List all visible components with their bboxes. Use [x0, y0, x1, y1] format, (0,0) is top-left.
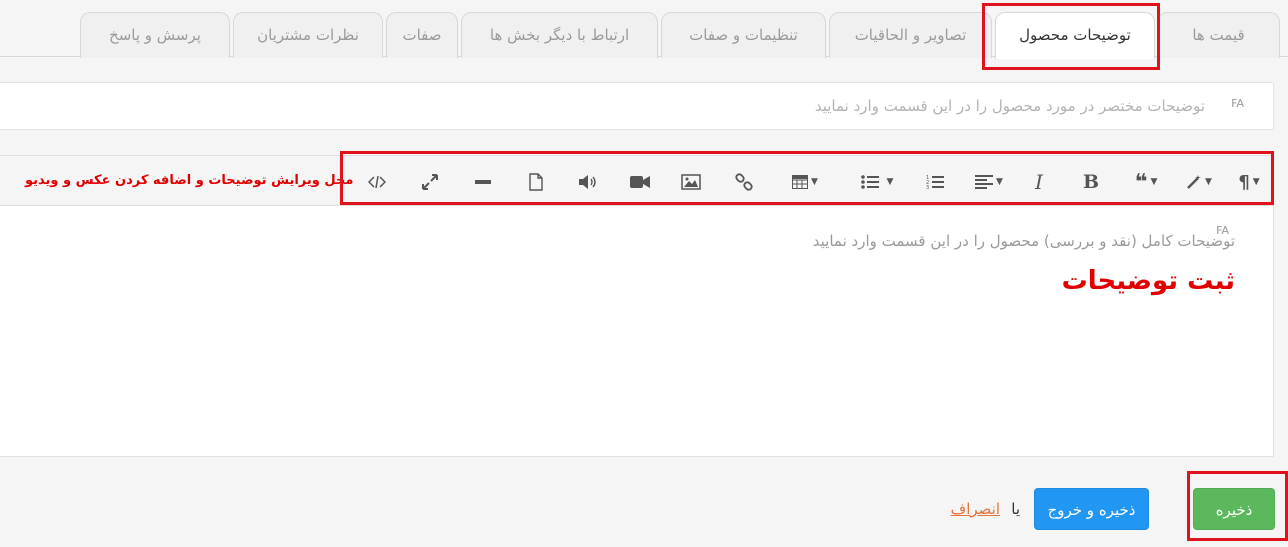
align-icon[interactable]: ▼ — [970, 169, 1008, 195]
italic-icon[interactable]: I — [1029, 169, 1049, 195]
editor-toolbar: محل ویرایش توضیحات و اضافه کردن عکس و وی… — [0, 156, 1273, 206]
tab-settings-attributes[interactable]: تنظیمات و صفات — [661, 12, 826, 58]
save-description-annotation: ثبت توضیحات — [1061, 266, 1235, 296]
short-description-field[interactable]: FA توضیحات مختصر در مورد محصول را در این… — [0, 82, 1274, 130]
file-icon[interactable] — [524, 169, 548, 195]
form-footer: ذخیره ذخیره و خروج یا انصراف — [0, 458, 1288, 547]
horizontal-rule-icon[interactable] — [471, 169, 495, 195]
bold-icon[interactable]: B — [1081, 169, 1101, 195]
save-and-exit-button[interactable]: ذخیره و خروج — [1034, 488, 1149, 530]
tab-questions-answers[interactable]: پرسش و پاسخ — [80, 12, 230, 58]
rich-text-editor: محل ویرایش توضیحات و اضافه کردن عکس و وی… — [0, 155, 1274, 457]
save-button[interactable]: ذخیره — [1193, 488, 1275, 530]
video-icon[interactable] — [628, 169, 652, 195]
cancel-link[interactable]: انصراف — [951, 500, 1000, 518]
lang-tag: FA — [1231, 97, 1244, 110]
code-view-icon[interactable] — [365, 169, 389, 195]
editor-placeholder: توضیحات کامل (نقد و بررسی) محصول را در ا… — [812, 232, 1235, 250]
editor-content-area[interactable]: FA توضیحات کامل (نقد و بررسی) محصول را د… — [0, 206, 1273, 456]
tab-customer-reviews[interactable]: نظرات مشتریان — [233, 12, 383, 58]
image-icon[interactable] — [679, 169, 703, 195]
audio-icon[interactable] — [576, 169, 600, 195]
paragraph-icon[interactable]: ¶ ▼ — [1233, 169, 1265, 195]
tab-product-description[interactable]: توضیحات محصول — [995, 12, 1155, 59]
tab-attributes[interactable]: صفات — [386, 12, 458, 58]
svg-text:3: 3 — [926, 185, 929, 190]
unordered-list-icon[interactable]: ▼ — [855, 169, 899, 195]
link-icon[interactable] — [732, 169, 756, 195]
fullscreen-icon[interactable] — [418, 169, 442, 195]
table-icon[interactable]: ▼ — [785, 169, 825, 195]
or-text: یا — [1011, 500, 1020, 518]
ordered-list-icon[interactable]: 123 — [923, 169, 947, 195]
short-description-placeholder: توضیحات مختصر در مورد محصول را در این قس… — [814, 97, 1205, 115]
quote-icon[interactable]: ❝ ▼ — [1128, 169, 1164, 195]
tab-images-attachments[interactable]: تصاویر و الحاقیات — [829, 12, 992, 58]
magic-icon[interactable]: ▼ — [1181, 169, 1217, 195]
tab-prices[interactable]: قیمت ها — [1157, 12, 1280, 58]
tab-relations[interactable]: ارتباط با دیگر بخش ها — [461, 12, 658, 58]
toolbar-annotation: محل ویرایش توضیحات و اضافه کردن عکس و وی… — [25, 173, 354, 188]
tab-bar: قیمت ها توضیحات محصول تصاویر و الحاقیات … — [0, 10, 1288, 59]
